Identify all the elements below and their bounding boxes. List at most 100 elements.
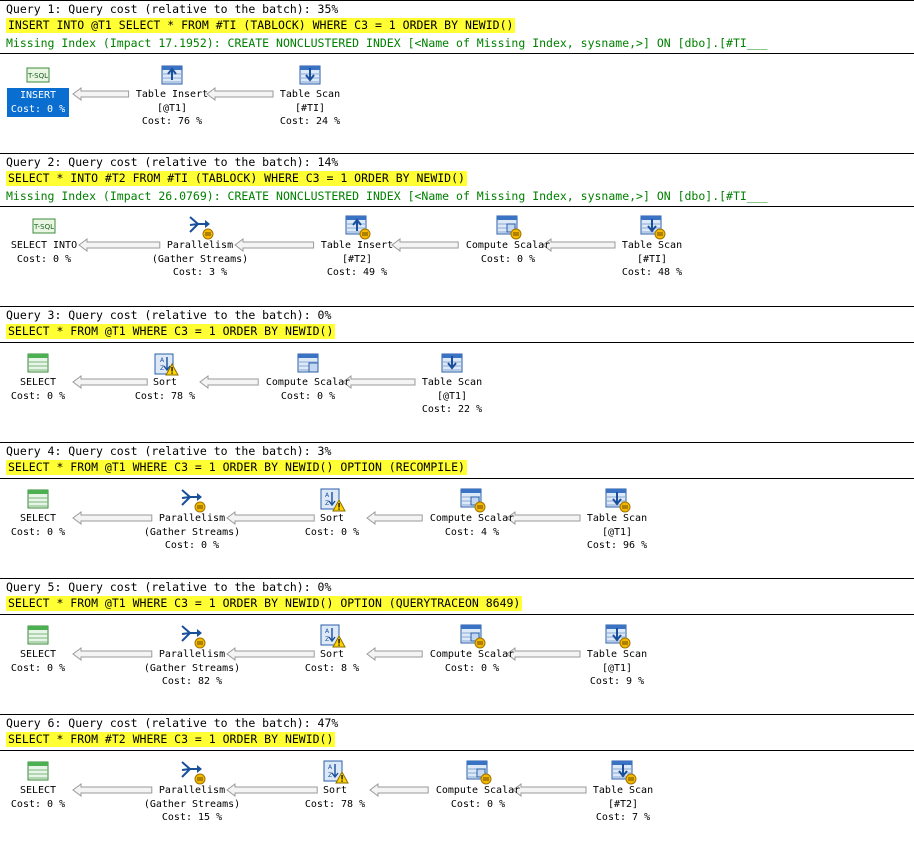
plan-operator-node[interactable]: T-SQL INSERT Cost: 0 % bbox=[0, 62, 98, 117]
plan-operator-node[interactable]: A Z Sort Cost: 8 % bbox=[272, 622, 392, 675]
table-scan-icon[interactable] bbox=[296, 62, 324, 88]
operator-cost: Cost: 0 % bbox=[280, 390, 336, 402]
operator-label: Parallelism (Gather Streams) Cost: 3 % bbox=[140, 239, 260, 280]
operator-label-line: Table Scan bbox=[586, 513, 648, 524]
plan-operator-node[interactable]: Table Insert [#T2] Cost: 49 % bbox=[297, 213, 417, 280]
plan-operator-node[interactable]: SELECT Cost: 0 % bbox=[0, 486, 98, 539]
query-sql-text[interactable]: SELECT * FROM @T1 WHERE C3 = 1 ORDER BY … bbox=[6, 324, 336, 339]
plan-operator-node[interactable]: A Z Sort Cost: 78 % bbox=[105, 350, 225, 403]
parallelism-icon[interactable] bbox=[178, 758, 206, 785]
compute-scalar-icon[interactable] bbox=[458, 622, 486, 649]
plan-operator-node[interactable]: Table Scan [#T2] Cost: 7 % bbox=[563, 758, 683, 825]
operator-label: Compute Scalar Cost: 4 % bbox=[412, 512, 532, 539]
operator-cost: Cost: 0 % bbox=[164, 540, 220, 551]
operator-cost: Cost: 24 % bbox=[279, 116, 341, 127]
operator-cost: Cost: 22 % bbox=[421, 404, 483, 415]
query-sql-text[interactable]: SELECT * FROM #T2 WHERE C3 = 1 ORDER BY … bbox=[6, 732, 336, 747]
table-scan-icon[interactable] bbox=[603, 622, 631, 649]
section-divider bbox=[0, 750, 914, 751]
plan-operator-node[interactable]: SELECT Cost: 0 % bbox=[0, 350, 98, 403]
table-scan-icon[interactable] bbox=[638, 213, 666, 240]
query-sql-text[interactable]: SELECT * FROM @T1 WHERE C3 = 1 ORDER BY … bbox=[6, 596, 523, 611]
operator-cost: Cost: 0 % bbox=[444, 662, 500, 674]
plan-operator-node[interactable]: Parallelism (Gather Streams) Cost: 82 % bbox=[132, 622, 252, 689]
operator-cost: Cost: 96 % bbox=[586, 540, 648, 551]
plan-operator-node[interactable]: A Z Sort Cost: 78 % bbox=[275, 758, 395, 811]
operator-label-line: Table Scan bbox=[586, 649, 648, 660]
operator-label-line: [#TI] bbox=[636, 253, 668, 265]
table-scan-icon[interactable] bbox=[603, 486, 631, 513]
missing-index-hint[interactable]: Missing Index (Impact 17.1952): CREATE N… bbox=[6, 36, 914, 51]
section-divider bbox=[0, 614, 914, 615]
plan-operator-node[interactable]: Table Scan [@T1] Cost: 22 % bbox=[392, 350, 512, 417]
plan-operator-node[interactable]: SELECT Cost: 0 % bbox=[0, 758, 98, 811]
operator-cost: Cost: 0 % bbox=[10, 662, 66, 674]
operator-label: Parallelism (Gather Streams) Cost: 15 % bbox=[132, 784, 252, 825]
query-header: Query 3: Query cost (relative to the bat… bbox=[0, 306, 914, 324]
select-icon[interactable] bbox=[24, 486, 52, 512]
operator-cost: Cost: 82 % bbox=[161, 676, 223, 687]
select-icon[interactable] bbox=[24, 622, 52, 648]
compute-scalar-icon[interactable] bbox=[458, 486, 486, 513]
plan-operator-node[interactable]: Table Insert [@T1] Cost: 76 % bbox=[112, 62, 232, 129]
plan-operator-node[interactable]: T-SQL SELECT INTO Cost: 0 % bbox=[0, 213, 104, 266]
operator-label: Compute Scalar Cost: 0 % bbox=[418, 784, 538, 811]
parallelism-icon[interactable] bbox=[186, 213, 214, 240]
table-scan-icon[interactable] bbox=[609, 758, 637, 785]
sort-warning-icon[interactable]: A Z bbox=[321, 758, 349, 784]
parallelism-icon[interactable] bbox=[178, 486, 206, 513]
sort-warning-icon[interactable]: A Z bbox=[151, 350, 179, 376]
operator-label: SELECT INTO Cost: 0 % bbox=[0, 239, 104, 266]
operator-label: Table Insert [#T2] Cost: 49 % bbox=[297, 239, 417, 280]
plan-operator-node[interactable]: Table Scan [@T1] Cost: 96 % bbox=[557, 486, 677, 553]
tsql-icon[interactable]: T-SQL bbox=[24, 62, 52, 88]
plan-operator-node[interactable]: Compute Scalar Cost: 0 % bbox=[448, 213, 568, 266]
plan-operator-node[interactable]: Compute Scalar Cost: 0 % bbox=[248, 350, 368, 403]
plan-operator-node[interactable]: A Z Sort Cost: 0 % bbox=[272, 486, 392, 539]
operator-label-line: [@T1] bbox=[156, 102, 188, 114]
table-insert-icon[interactable] bbox=[343, 213, 371, 240]
parallelism-icon[interactable] bbox=[178, 622, 206, 649]
plan-operator-node[interactable]: Parallelism (Gather Streams) Cost: 15 % bbox=[132, 758, 252, 825]
plan-operator-node[interactable]: Table Scan [#TI] Cost: 24 % bbox=[250, 62, 370, 129]
operator-label: Table Scan [#TI] Cost: 24 % bbox=[250, 88, 370, 129]
select-icon[interactable] bbox=[24, 758, 52, 784]
plan-operator-node[interactable]: Parallelism (Gather Streams) Cost: 3 % bbox=[140, 213, 260, 280]
query-sql-text[interactable]: SELECT * FROM @T1 WHERE C3 = 1 ORDER BY … bbox=[6, 460, 467, 475]
operator-label-line: (Gather Streams) bbox=[151, 253, 249, 265]
operator-cost: Cost: 3 % bbox=[172, 267, 228, 278]
operator-label-line: SELECT bbox=[19, 513, 57, 524]
missing-index-hint[interactable]: Missing Index (Impact 26.0769): CREATE N… bbox=[6, 189, 914, 204]
tsql-icon[interactable]: T-SQL bbox=[30, 213, 58, 239]
query-sql-text[interactable]: SELECT * INTO #T2 FROM #TI (TABLOCK) WHE… bbox=[6, 171, 467, 186]
operator-cost: Cost: 4 % bbox=[444, 526, 500, 538]
plan-operator-node[interactable]: SELECT Cost: 0 % bbox=[0, 622, 98, 675]
plan-operator-node[interactable]: Compute Scalar Cost: 0 % bbox=[418, 758, 538, 811]
table-insert-icon[interactable] bbox=[158, 62, 186, 88]
operator-label-line: SELECT bbox=[19, 785, 57, 796]
operator-label: Table Scan [@T1] Cost: 22 % bbox=[392, 376, 512, 417]
plan-operator-node[interactable]: Parallelism (Gather Streams) Cost: 0 % bbox=[132, 486, 252, 553]
compute-scalar-icon[interactable] bbox=[294, 350, 322, 376]
plan-operator-node[interactable]: Table Scan [#TI] Cost: 48 % bbox=[592, 213, 712, 280]
plan-operator-node[interactable]: Compute Scalar Cost: 4 % bbox=[412, 486, 532, 539]
plan-operator-node[interactable]: Table Scan [@T1] Cost: 9 % bbox=[557, 622, 677, 689]
operator-label-line: Table Insert bbox=[135, 89, 209, 100]
sort-warning-icon[interactable]: A Z bbox=[318, 486, 346, 512]
section-divider bbox=[0, 342, 914, 343]
operator-label: SELECT Cost: 0 % bbox=[0, 376, 98, 403]
table-scan-icon[interactable] bbox=[438, 350, 466, 376]
operator-label-line: [@T1] bbox=[436, 390, 468, 402]
query-header: Query 2: Query cost (relative to the bat… bbox=[0, 153, 914, 171]
operator-label: Table Scan [@T1] Cost: 9 % bbox=[557, 648, 677, 689]
sort-warning-icon[interactable]: A Z bbox=[318, 622, 346, 648]
operator-cost: Cost: 0 % bbox=[450, 798, 506, 810]
compute-scalar-icon[interactable] bbox=[494, 213, 522, 240]
operator-label-line: Sort bbox=[322, 785, 348, 796]
query-header: Query 6: Query cost (relative to the bat… bbox=[0, 714, 914, 732]
select-icon[interactable] bbox=[24, 350, 52, 376]
compute-scalar-icon[interactable] bbox=[464, 758, 492, 785]
plan-operator-node[interactable]: Compute Scalar Cost: 0 % bbox=[412, 622, 532, 675]
query-sql-text[interactable]: INSERT INTO @T1 SELECT * FROM #TI (TABLO… bbox=[6, 18, 516, 33]
operator-cost: Cost: 7 % bbox=[595, 812, 651, 823]
